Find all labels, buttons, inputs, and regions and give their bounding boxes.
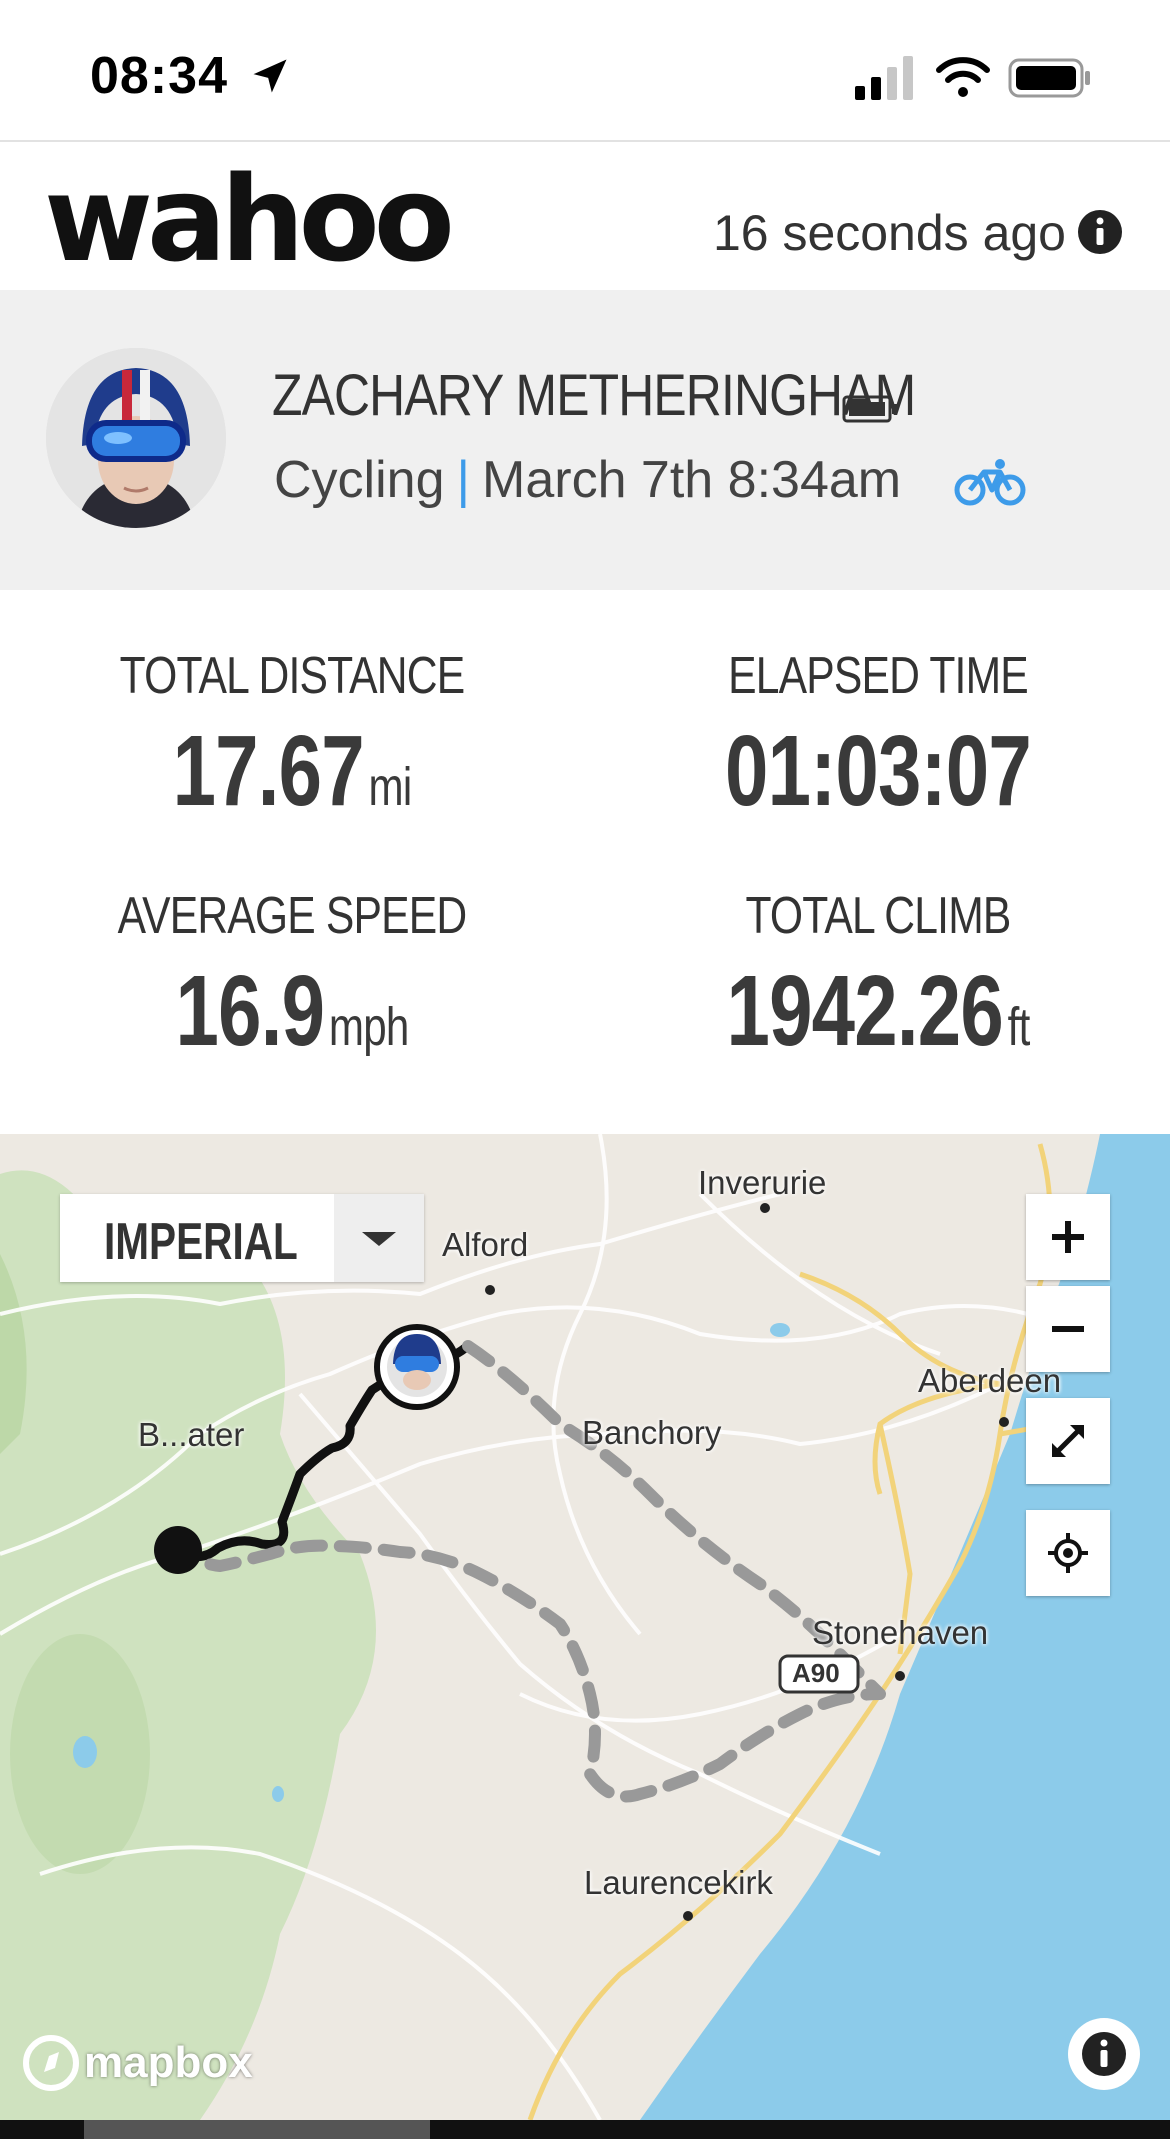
ride-stats: TOTAL DISTANCE 17.67mi ELAPSED TIME 01:0… bbox=[0, 590, 1170, 1134]
device-battery-icon bbox=[842, 395, 897, 423]
zoom-in-button[interactable] bbox=[1026, 1194, 1110, 1280]
fullscreen-button[interactable] bbox=[1026, 1398, 1110, 1484]
mapbox-logo-icon bbox=[23, 2035, 79, 2091]
town-label: Laurencekirk bbox=[584, 1864, 773, 1901]
status-time: 08:34 bbox=[90, 47, 228, 105]
activity-line: Cycling | March 7th 8:34am bbox=[274, 450, 901, 510]
mapbox-attribution[interactable]: mapbox bbox=[22, 2034, 253, 2092]
stat-value: 17.67mi bbox=[172, 715, 413, 827]
road-label: A90 bbox=[792, 1658, 840, 1688]
stat-average-speed: AVERAGE SPEED 16.9mph bbox=[42, 886, 542, 1069]
units-selected-value: IMPERIAL bbox=[104, 1213, 298, 1271]
recenter-button[interactable] bbox=[1026, 1510, 1110, 1596]
stat-label: TOTAL CLIMB bbox=[745, 887, 1011, 945]
stat-total-distance: TOTAL DISTANCE 17.67mi bbox=[42, 646, 542, 829]
rider-profile: ZACHARY METHERINGHAM Cycling | March 7th 8… bbox=[0, 290, 1170, 590]
town-label: Inverurie bbox=[698, 1164, 827, 1201]
town-label: Alford bbox=[442, 1226, 529, 1263]
town-label: B...ater bbox=[138, 1416, 245, 1453]
stat-label: TOTAL DISTANCE bbox=[119, 647, 466, 705]
stat-value: 1942.26ft bbox=[726, 955, 1031, 1067]
activity-type: Cycling bbox=[274, 451, 445, 509]
zoom-out-button[interactable] bbox=[1026, 1286, 1110, 1372]
last-updated-text: 16 seconds ago bbox=[712, 205, 1066, 261]
app-header: wahoo 16 seconds ago bbox=[0, 142, 1170, 290]
wahoo-logo: wahoo bbox=[44, 150, 455, 288]
bicycle-icon bbox=[954, 459, 1026, 506]
stat-total-climb: TOTAL CLIMB 1942.26ft bbox=[628, 886, 1128, 1069]
activity-date: March 7th 8:34am bbox=[482, 451, 902, 509]
town-label: Banchory bbox=[582, 1414, 722, 1451]
rider-name: ZACHARY METHERINGHAM bbox=[272, 363, 916, 428]
mapbox-wordmark: mapbox bbox=[84, 2038, 253, 2087]
battery-icon bbox=[1008, 58, 1090, 98]
map-info-button[interactable] bbox=[1068, 2018, 1140, 2090]
info-icon[interactable] bbox=[1076, 208, 1124, 256]
town-label: Stonehaven bbox=[812, 1614, 989, 1651]
status-bar: 08:34 bbox=[0, 0, 1170, 142]
units-dropdown[interactable]: IMPERIAL bbox=[60, 1194, 424, 1282]
chevron-down-icon bbox=[362, 1232, 396, 1246]
stat-unit: mph bbox=[328, 997, 409, 1057]
separator: | bbox=[456, 451, 471, 509]
stat-label: ELAPSED TIME bbox=[728, 647, 1029, 705]
stat-unit: ft bbox=[1007, 997, 1031, 1057]
wifi-icon bbox=[936, 57, 990, 97]
dropdown-toggle[interactable] bbox=[334, 1194, 424, 1282]
minus-icon bbox=[1052, 1326, 1084, 1332]
plus-icon bbox=[1052, 1221, 1084, 1253]
stat-label: AVERAGE SPEED bbox=[117, 887, 468, 945]
crosshair-icon bbox=[1048, 1533, 1088, 1573]
cellular-signal-icon bbox=[855, 56, 913, 100]
info-icon bbox=[1082, 2032, 1126, 2076]
expand-icon bbox=[1052, 1425, 1084, 1457]
stat-unit: mi bbox=[368, 757, 413, 817]
stat-elapsed-time: ELAPSED TIME 01:03:07 bbox=[628, 646, 1128, 829]
stat-value: 01:03:07 bbox=[724, 715, 1032, 827]
stat-value: 16.9mph bbox=[175, 955, 410, 1067]
home-indicator-bar bbox=[0, 2120, 1170, 2139]
location-arrow-icon bbox=[253, 59, 287, 93]
avatar bbox=[46, 348, 226, 528]
scroll-thumb bbox=[84, 2120, 430, 2139]
route-map[interactable]: Inverurie Alford Aberdeen Banchory Stone… bbox=[0, 1134, 1170, 2120]
